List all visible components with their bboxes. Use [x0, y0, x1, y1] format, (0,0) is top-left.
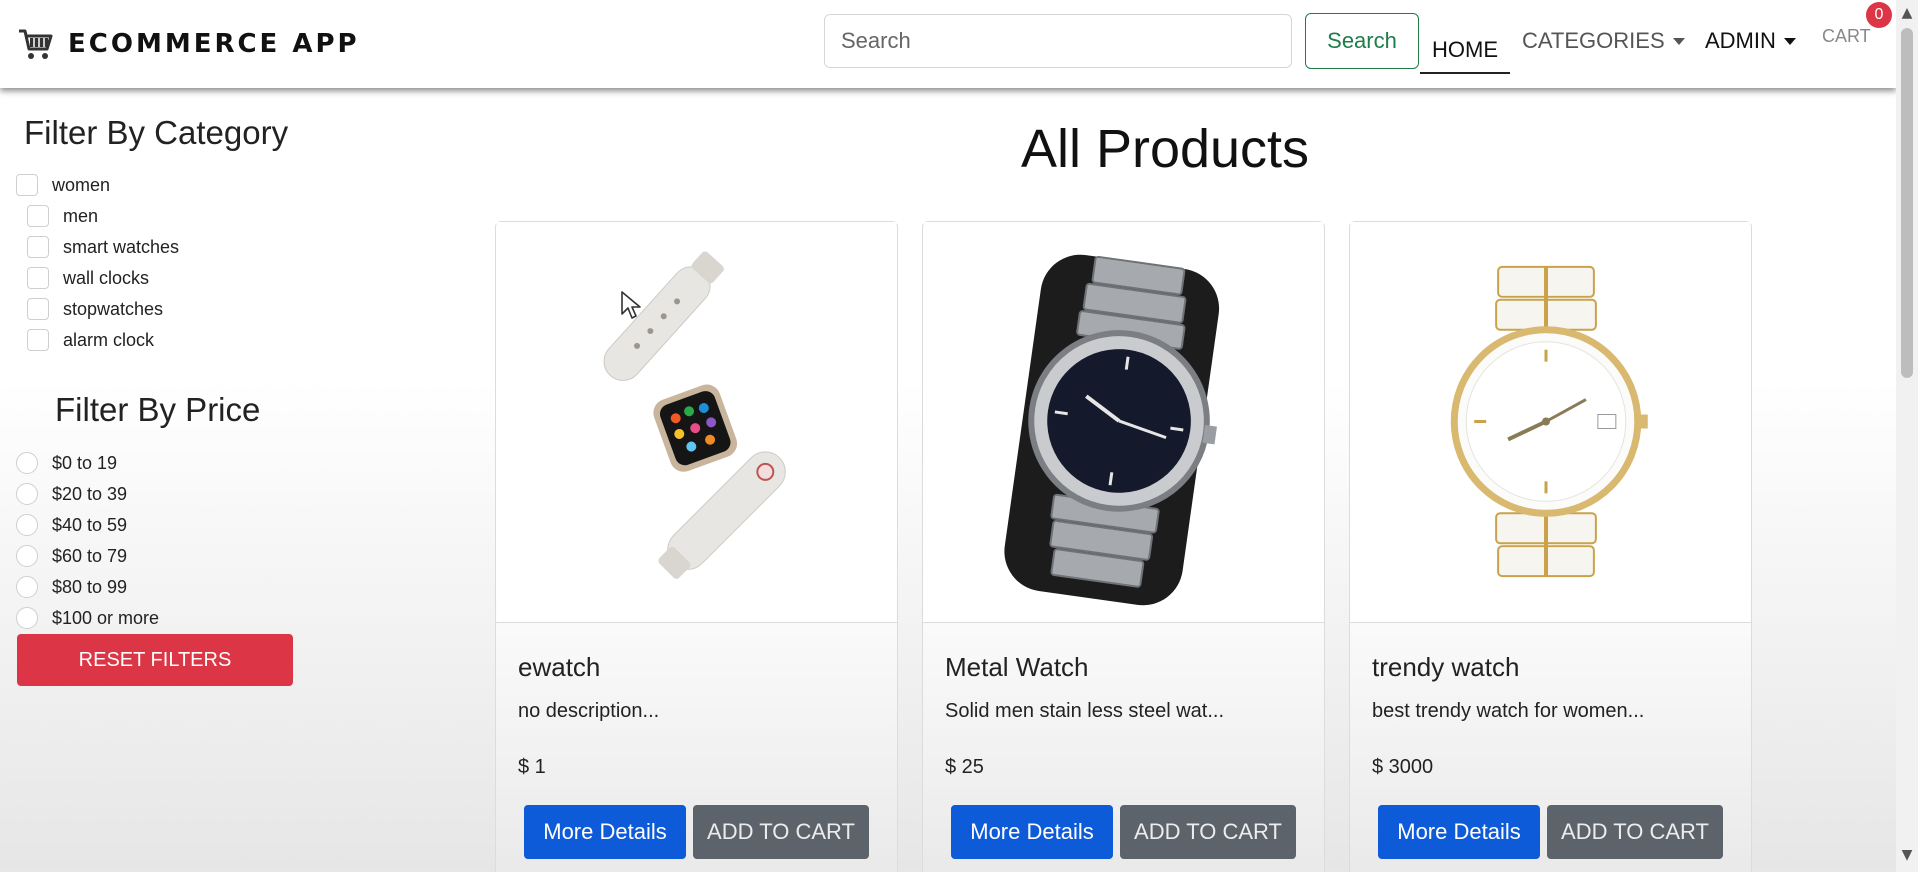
page-title: All Products: [1020, 119, 1310, 179]
product-price: $ 3000: [1372, 756, 1434, 778]
category-filter-men[interactable]: men: [27, 205, 98, 227]
ceramic-watch-image[interactable]: [1350, 222, 1751, 623]
category-label: wall clocks: [63, 267, 150, 288]
category-checkbox[interactable]: [27, 267, 49, 289]
price-label: $100 or more: [52, 607, 160, 628]
more-details-button[interactable]: More Details: [1378, 805, 1540, 859]
product-name: Metal Watch: [945, 652, 1089, 682]
reset-filters-button[interactable]: RESET FILTERS: [17, 634, 293, 686]
caret-down-icon: [1783, 37, 1796, 45]
caret-down-icon: [1672, 37, 1685, 45]
category-filter-alarm-clock[interactable]: alarm clock: [27, 329, 154, 351]
price-radio[interactable]: [16, 576, 38, 598]
product-card: Metal Watch Solid men stain less steel w…: [922, 221, 1325, 872]
product-description: no description...: [518, 700, 660, 722]
price-filter-20-39[interactable]: $20 to 39: [16, 483, 127, 505]
price-radio[interactable]: [16, 483, 38, 505]
product-card: ewatch no description... $ 1 More Detail…: [495, 221, 898, 872]
price-label: $20 to 39: [52, 483, 128, 504]
price-radio[interactable]: [16, 452, 38, 474]
more-details-button[interactable]: More Details: [951, 805, 1113, 859]
price-label: $0 to 19: [52, 452, 118, 473]
category-checkbox[interactable]: [27, 329, 49, 351]
category-label: smart watches: [63, 236, 180, 257]
category-filter-wall-clocks[interactable]: wall clocks: [27, 267, 149, 289]
cart-count-badge: 0: [1866, 2, 1892, 28]
nav-categories-dropdown[interactable]: CATEGORIES: [1522, 28, 1685, 54]
nav-admin-dropdown[interactable]: ADMIN: [1705, 28, 1796, 54]
price-label: $60 to 79: [52, 545, 128, 566]
price-radio[interactable]: [16, 607, 38, 629]
product-description: best trendy watch for women...: [1372, 700, 1645, 722]
category-label: women: [52, 174, 111, 195]
add-to-cart-button[interactable]: ADD TO CART: [693, 805, 869, 859]
category-label: stopwatches: [63, 298, 164, 319]
add-to-cart-button[interactable]: ADD TO CART: [1547, 805, 1723, 859]
price-filter-100-plus[interactable]: $100 or more: [16, 607, 159, 629]
search-button[interactable]: Search: [1305, 13, 1419, 69]
category-checkbox[interactable]: [27, 236, 49, 258]
search-input[interactable]: [824, 14, 1292, 68]
category-checkbox[interactable]: [27, 298, 49, 320]
scrollbar-thumb[interactable]: [1901, 28, 1913, 378]
nav-cart[interactable]: CART: [1822, 26, 1871, 47]
price-label: $40 to 59: [52, 514, 128, 535]
nav-home-label: HOME: [1432, 37, 1498, 62]
smartwatch-image[interactable]: [496, 222, 897, 623]
price-radio[interactable]: [16, 514, 38, 536]
category-filter-women[interactable]: women: [16, 174, 110, 196]
filter-price-heading: Filter By Price: [55, 391, 261, 428]
shopping-cart-icon: [19, 29, 53, 59]
price-label: $80 to 99: [52, 576, 128, 597]
product-description: Solid men stain less steel wat...: [945, 700, 1225, 722]
nav-admin-label: ADMIN: [1705, 28, 1776, 53]
category-filter-stopwatches[interactable]: stopwatches: [27, 298, 163, 320]
navbar: ECOMMERCE APP Search HOME CATEGORIES ADM…: [0, 0, 1896, 88]
price-filter-0-19[interactable]: $0 to 19: [16, 452, 117, 474]
category-label: men: [63, 205, 99, 226]
page-scrollbar[interactable]: ▲ ▼: [1896, 0, 1918, 872]
scroll-down-arrow-icon[interactable]: ▼: [1900, 848, 1914, 862]
price-radio[interactable]: [16, 545, 38, 567]
mouse-cursor-icon: [621, 291, 641, 319]
price-filter-40-59[interactable]: $40 to 59: [16, 514, 127, 536]
product-price: $ 1: [518, 756, 546, 778]
product-card: trendy watch best trendy watch for women…: [1349, 221, 1752, 872]
filter-category-heading: Filter By Category: [24, 114, 289, 151]
add-to-cart-button[interactable]: ADD TO CART: [1120, 805, 1296, 859]
product-name: trendy watch: [1372, 652, 1520, 682]
brand-name: ECOMMERCE APP: [68, 29, 360, 59]
category-checkbox[interactable]: [16, 174, 38, 196]
product-price: $ 25: [945, 756, 984, 778]
more-details-button[interactable]: More Details: [524, 805, 686, 859]
nav-home[interactable]: HOME: [1420, 28, 1510, 74]
category-filter-smart-watches[interactable]: smart watches: [27, 236, 179, 258]
brand[interactable]: ECOMMERCE APP: [18, 26, 360, 62]
scroll-up-arrow-icon[interactable]: ▲: [1900, 6, 1914, 20]
metal-watch-image[interactable]: [923, 222, 1324, 623]
nav-categories-label: CATEGORIES: [1522, 28, 1665, 53]
category-label: alarm clock: [63, 329, 155, 350]
category-checkbox[interactable]: [27, 205, 49, 227]
product-name: ewatch: [518, 652, 601, 682]
price-filter-60-79[interactable]: $60 to 79: [16, 545, 127, 567]
price-filter-80-99[interactable]: $80 to 99: [16, 576, 127, 598]
